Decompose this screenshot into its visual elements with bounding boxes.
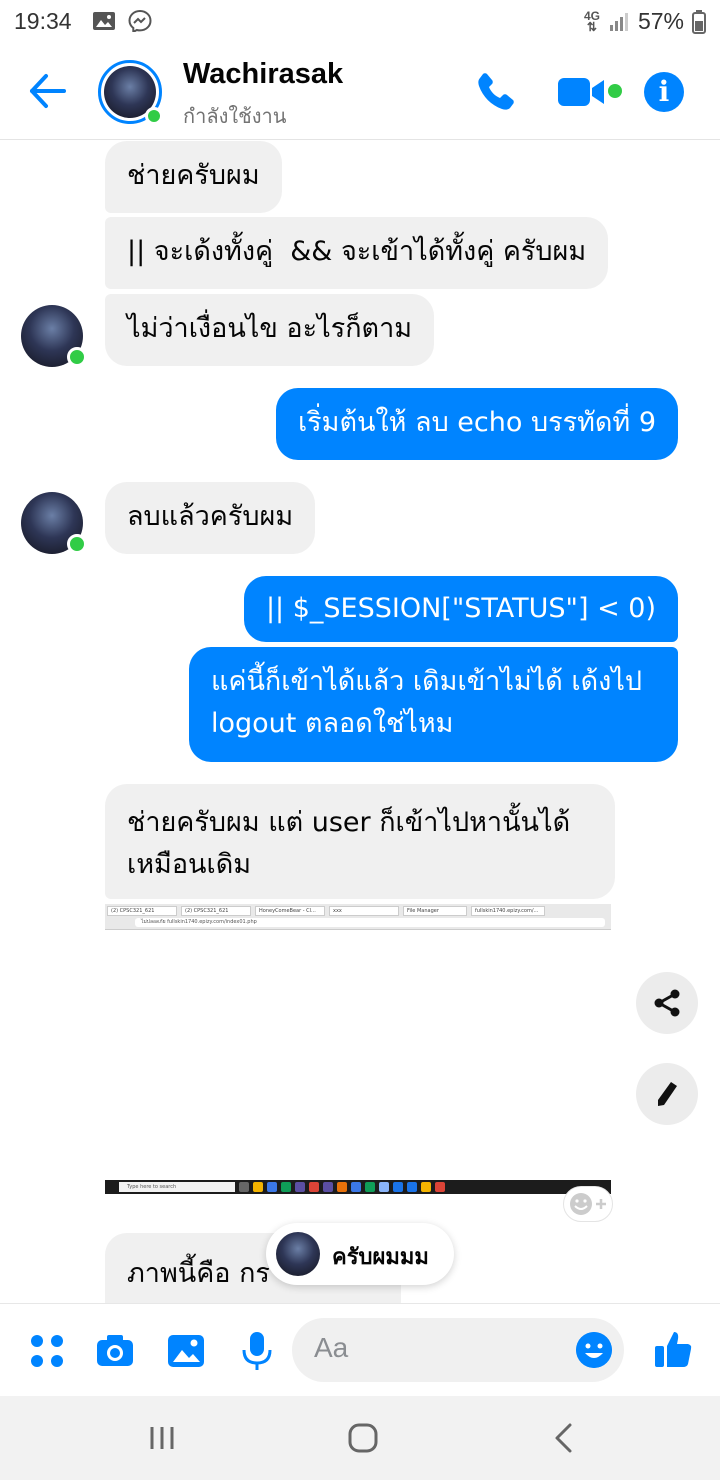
video-call-icon[interactable] xyxy=(556,74,608,110)
attachment-tab: (2) CPSC321_621 xyxy=(107,906,177,916)
pencil-icon xyxy=(658,1082,677,1106)
emoji-icon[interactable] xyxy=(576,1332,612,1368)
contact-avatar[interactable] xyxy=(98,60,163,125)
signal-icon xyxy=(609,12,628,31)
gallery-icon[interactable] xyxy=(165,1330,207,1372)
message-input[interactable]: Aa xyxy=(292,1318,624,1382)
message-composer: Aa xyxy=(0,1303,720,1396)
taskbar-app-icon xyxy=(267,1182,277,1192)
status-bar: 19:34 4G ⇅ 57% xyxy=(0,0,720,44)
message-bubble-incoming[interactable]: ไม่ว่าเงื่อนไข อะไรก็ตาม xyxy=(105,294,435,366)
microphone-icon[interactable] xyxy=(236,1330,278,1372)
taskbar-app-icon xyxy=(239,1182,249,1192)
new-message-preview-text: ครับผมมม xyxy=(332,1245,429,1270)
share-button[interactable] xyxy=(636,972,698,1034)
taskbar-app-icon xyxy=(421,1182,431,1192)
online-indicator xyxy=(145,107,163,125)
message-bubble-incoming[interactable]: ช่ายครับผม xyxy=(105,141,282,213)
attachment-url-bar: ไม่ปลอดภัย fullskin1740.epizy.com/index0… xyxy=(135,918,605,927)
taskbar-app-icon xyxy=(379,1182,389,1192)
add-reaction-button[interactable] xyxy=(563,1186,613,1222)
add-reaction-icon xyxy=(570,1193,606,1215)
attachment-taskbar-search: Type here to search xyxy=(119,1182,235,1192)
attachment-tab: xxx xyxy=(329,906,399,916)
recent-apps-icon[interactable] xyxy=(140,1416,184,1460)
taskbar-app-icon xyxy=(365,1182,375,1192)
contact-avatar-small[interactable] xyxy=(21,492,87,554)
online-indicator xyxy=(67,534,87,554)
taskbar-app-icon xyxy=(253,1182,263,1192)
contact-name[interactable]: Wachirasak xyxy=(183,58,343,91)
status-notification-icons xyxy=(92,10,152,32)
attachment-taskbar: Type here to search xyxy=(105,1180,611,1194)
gallery-notification-icon xyxy=(93,12,115,30)
message-bubble-outgoing[interactable]: แค่นี้ก็เข้าได้แล้ว เดิมเข้าไม่ได้ เด้งไ… xyxy=(189,647,678,762)
new-message-preview[interactable]: ครับผมมม xyxy=(266,1223,454,1285)
taskbar-app-icon xyxy=(323,1182,333,1192)
message-bubble-incoming[interactable]: ลบแล้วครับผม xyxy=(105,482,316,554)
taskbar-app-icon xyxy=(435,1182,445,1192)
contact-active-status: กำลังใช้งาน xyxy=(183,104,287,128)
taskbar-app-icon xyxy=(281,1182,291,1192)
taskbar-app-icon xyxy=(295,1182,305,1192)
phone-call-icon[interactable] xyxy=(474,70,518,114)
messenger-notification-icon xyxy=(128,10,152,32)
battery-percent: 57% xyxy=(637,8,684,34)
taskbar-app-icon xyxy=(393,1182,403,1192)
video-active-dot xyxy=(608,84,622,98)
more-actions-icon[interactable] xyxy=(26,1330,68,1372)
taskbar-app-icon xyxy=(407,1182,417,1192)
message-bubble-outgoing[interactable]: เริ่มต้นให้ ลบ echo บรรทัดที่ 9 xyxy=(275,388,678,460)
attachment-tab: HoneyComeBear - Cl... xyxy=(255,906,325,916)
message-bubble-incoming[interactable]: ช่ายครับผม แต่ user ก็เข้าไปหานั้นได้เหม… xyxy=(105,784,615,899)
attachment-tab: (2) CPSC321_621 xyxy=(181,906,251,916)
share-icon xyxy=(654,989,680,1017)
online-indicator xyxy=(67,347,87,367)
message-bubble-incoming[interactable]: || จะเด้งทั้งคู่ && จะเข้าได้ทั้งคู่ ครั… xyxy=(105,217,609,289)
status-time: 19:34 xyxy=(14,8,72,34)
network-indicator: 4G ⇅ xyxy=(583,8,600,34)
contact-avatar-small[interactable] xyxy=(21,305,87,367)
home-icon[interactable] xyxy=(341,1416,385,1460)
image-attachment[interactable]: (2) CPSC321_621 (2) CPSC321_621 HoneyCom… xyxy=(105,904,611,1194)
message-input-placeholder: Aa xyxy=(314,1332,349,1363)
taskbar-app-icon xyxy=(337,1182,347,1192)
back-nav-icon[interactable] xyxy=(542,1416,586,1460)
back-arrow-icon[interactable] xyxy=(22,66,72,116)
contact-avatar-small xyxy=(276,1232,320,1276)
message-bubble-outgoing[interactable]: || $_SESSION["STATUS"] < 0) xyxy=(243,576,678,642)
conversation-header: Wachirasak กำลังใช้งาน i xyxy=(0,44,720,140)
camera-icon[interactable] xyxy=(94,1330,136,1372)
taskbar-app-icon xyxy=(351,1182,361,1192)
attachment-tab: File Manager xyxy=(403,906,467,916)
attachment-tab: fullskin1740.epizy.com/... xyxy=(471,906,545,916)
battery-icon xyxy=(692,9,706,34)
info-icon[interactable]: i xyxy=(644,72,684,112)
edit-button[interactable] xyxy=(636,1063,698,1125)
attachment-browser-bar: (2) CPSC321_621 (2) CPSC321_621 HoneyCom… xyxy=(105,904,611,930)
taskbar-app-icon xyxy=(309,1182,319,1192)
system-navigation-bar xyxy=(0,1396,720,1480)
message-list: ช่ายครับผม || จะเด้งทั้งคู่ && จะเข้าได้… xyxy=(0,141,720,1303)
thumbs-up-icon[interactable] xyxy=(652,1328,694,1370)
